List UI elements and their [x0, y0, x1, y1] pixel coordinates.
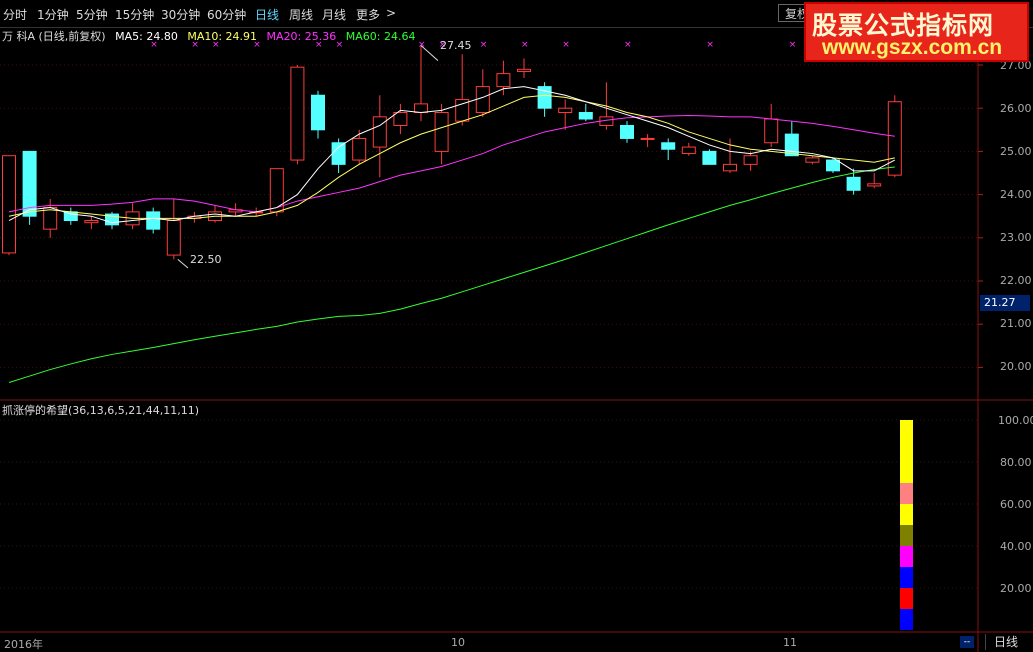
candle-body	[269, 168, 284, 213]
signal-marker: ×	[789, 40, 797, 50]
indicator-segment	[900, 462, 913, 483]
date-nov: 11	[783, 636, 797, 649]
signal-marker: ×	[191, 40, 199, 50]
candle-body	[846, 176, 861, 191]
signal-marker: ×	[624, 40, 632, 50]
indicator-segment	[900, 525, 913, 546]
signal-marker: ×	[706, 40, 714, 50]
ind-tick-60: 60.00	[1000, 498, 1032, 511]
watermark-url: www.gszx.com.cn	[822, 36, 1003, 59]
high-annotation: 27.45	[440, 39, 472, 52]
candle-body	[372, 116, 387, 148]
indicator-segment	[900, 483, 913, 504]
ind-tick-20: 20.00	[1000, 582, 1032, 595]
candle-body	[166, 220, 181, 256]
indicator-title: 抓涨停的希望(36,13,6,5,21,44,11,11)	[2, 404, 200, 417]
ma5-line	[8, 86, 896, 224]
candle-body	[723, 163, 737, 172]
candle-body	[578, 112, 593, 120]
candle-body	[826, 159, 840, 172]
signal-marker: ×	[521, 40, 529, 50]
indicator-segment	[900, 567, 913, 588]
candle-body	[331, 142, 346, 165]
ma10-line	[8, 94, 895, 219]
price-tick-26: 26.00	[1000, 102, 1032, 115]
candle-body	[414, 103, 428, 114]
candle-body	[311, 94, 325, 131]
bottom-period-tab[interactable]: 日线	[985, 634, 1030, 650]
ind-tick-80: 80.00	[1000, 456, 1032, 469]
candle-body	[146, 211, 161, 230]
high-pointer	[420, 45, 439, 62]
signal-marker: ×	[562, 40, 570, 50]
candle-body	[887, 101, 902, 176]
candle-body	[805, 157, 820, 163]
candle-body	[620, 124, 634, 139]
price-tick-22: 22.00	[1000, 274, 1032, 287]
indicator-segment	[900, 609, 913, 630]
candle-body	[434, 112, 449, 152]
ind-tick-100: 100.00	[998, 414, 1033, 427]
date-start: 2016年	[4, 638, 43, 651]
candle-body	[558, 107, 573, 114]
signal-marker: ×	[212, 40, 220, 50]
signal-marker: ×	[253, 40, 261, 50]
date-oct: 10	[451, 636, 465, 649]
candle-body	[84, 220, 99, 224]
indicator-segment	[900, 504, 913, 525]
candle-body	[43, 207, 58, 230]
indicator-segment	[900, 441, 913, 462]
indicator-segment	[900, 546, 913, 567]
signal-marker: ×	[336, 40, 344, 50]
candle-body	[496, 73, 511, 88]
candle-body	[661, 142, 676, 150]
signal-marker: ×	[315, 40, 323, 50]
signal-marker: ×	[150, 40, 158, 50]
watermark-logo: 股票公式指标网 www.gszx.com.cn	[804, 2, 1029, 62]
indicator-segment	[900, 420, 913, 441]
candle-body	[517, 68, 531, 72]
price-tick-23: 23.00	[1000, 231, 1032, 244]
price-tick-20: 20.00	[1000, 360, 1032, 373]
candle-body	[290, 66, 305, 161]
candle-body	[702, 150, 717, 165]
kline-chart[interactable]: ×××××××××××××××	[0, 0, 1033, 652]
price-tick-24: 24.00	[1000, 188, 1032, 201]
candle-body	[22, 150, 37, 217]
candle-body	[764, 118, 779, 144]
candle-body	[681, 146, 696, 155]
price-highlight: 21.27	[980, 295, 1030, 311]
indicator-segment	[900, 588, 913, 609]
candle-body	[393, 112, 408, 126]
ind-tick-40: 40.00	[1000, 540, 1032, 553]
price-tick-25: 25.00	[1000, 145, 1032, 158]
candle-body	[2, 155, 16, 254]
scroll-button[interactable]: --	[960, 636, 974, 648]
candle-body	[475, 86, 490, 114]
ma20-line	[8, 115, 895, 213]
price-tick-21: 21.00	[1000, 317, 1032, 330]
candle-body	[63, 211, 78, 222]
low-pointer	[177, 259, 189, 269]
candle-body	[640, 137, 655, 140]
candle-body	[784, 133, 799, 157]
candle-body	[743, 155, 758, 165]
candle-body	[867, 183, 882, 187]
candle-body	[352, 137, 367, 161]
ma60-line	[8, 166, 895, 383]
low-annotation: 22.50	[190, 253, 222, 266]
signal-marker: ×	[480, 40, 488, 50]
